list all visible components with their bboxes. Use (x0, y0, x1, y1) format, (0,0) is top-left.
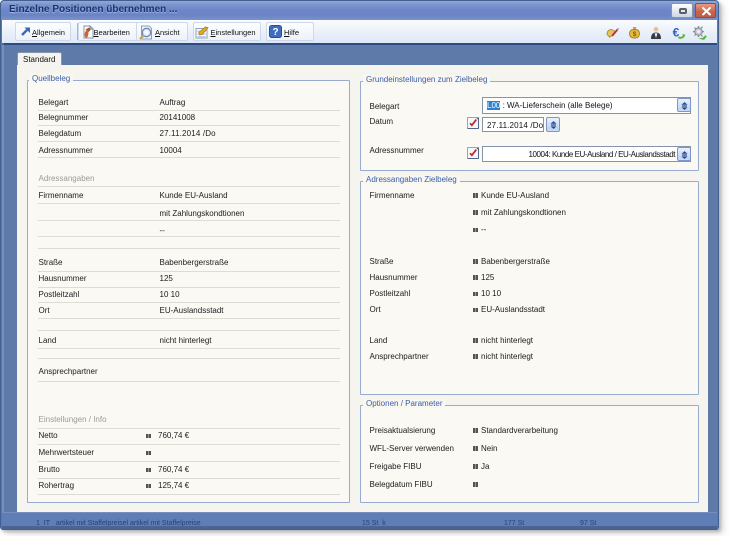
svg-text:?: ? (272, 27, 278, 38)
svg-text:$: $ (633, 31, 637, 38)
